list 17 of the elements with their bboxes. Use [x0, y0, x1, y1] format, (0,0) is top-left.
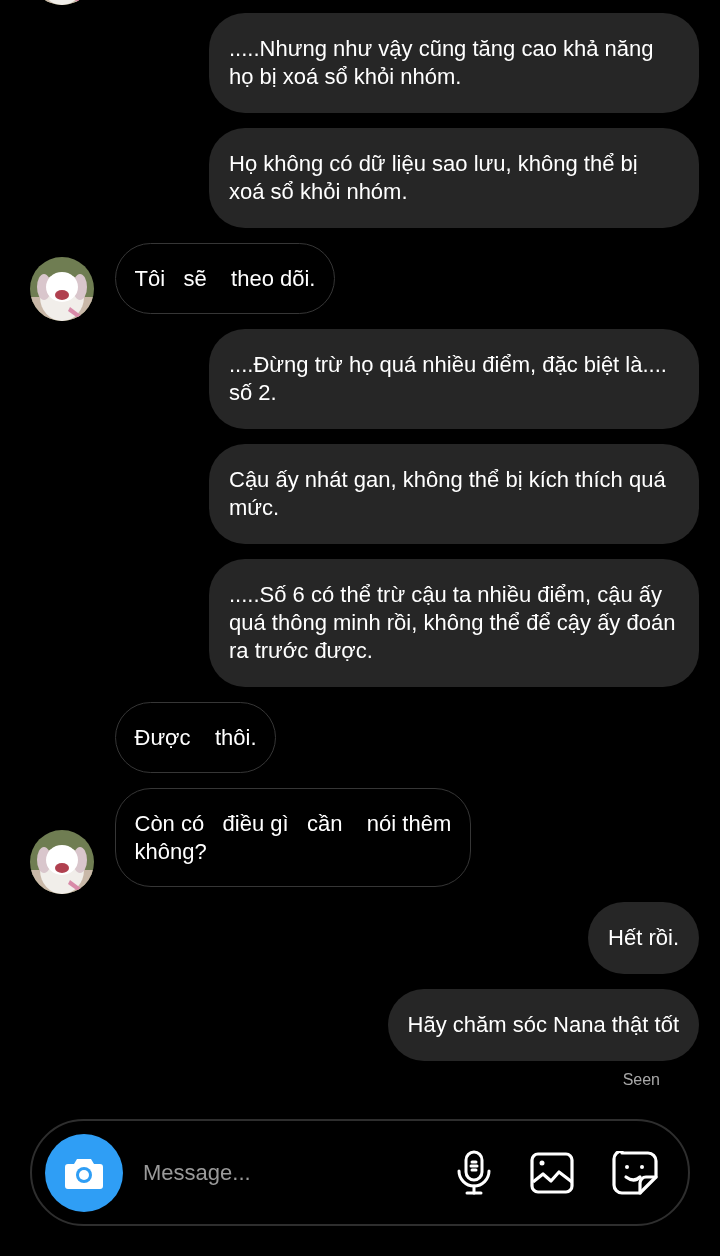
image-icon — [530, 1151, 574, 1194]
received-message: Còn có điều gì cần nói thêm không? — [115, 788, 471, 887]
microphone-button[interactable] — [456, 1149, 492, 1196]
sent-message: Cậu ấy nhát gan, không thể bị kích thích quá mức. — [209, 444, 699, 544]
sent-message: Họ không có dữ liệu sao lưu, không thể bị xoá sổ khỏi nhóm. — [209, 128, 699, 228]
microphone-icon — [456, 1149, 492, 1196]
sticker-button[interactable] — [612, 1150, 658, 1195]
sent-message: .....Nhưng như vậy cũng tăng cao khả năng họ bị xoá sổ khỏi nhóm. — [209, 13, 699, 113]
sent-message: .....Số 6 có thể trừ cậu ta nhiều điểm, cậu ấy quá thông minh rồi, không thể để cậy ấy đoán ra trước được. — [209, 559, 699, 687]
sticker-icon — [612, 1150, 658, 1195]
seen-status: Seen — [622, 1071, 660, 1089]
gallery-button[interactable] — [530, 1151, 574, 1194]
sent-message: Hết rồi. — [588, 902, 699, 974]
sent-message: ....Đừng trừ họ quá nhiều điểm, đặc biệt là.... số 2. — [209, 329, 699, 429]
camera-button[interactable] — [45, 1133, 123, 1212]
sent-message: Hãy chăm sóc Nana thật tốt — [387, 989, 699, 1061]
message-field[interactable]: Message... — [143, 1155, 418, 1190]
